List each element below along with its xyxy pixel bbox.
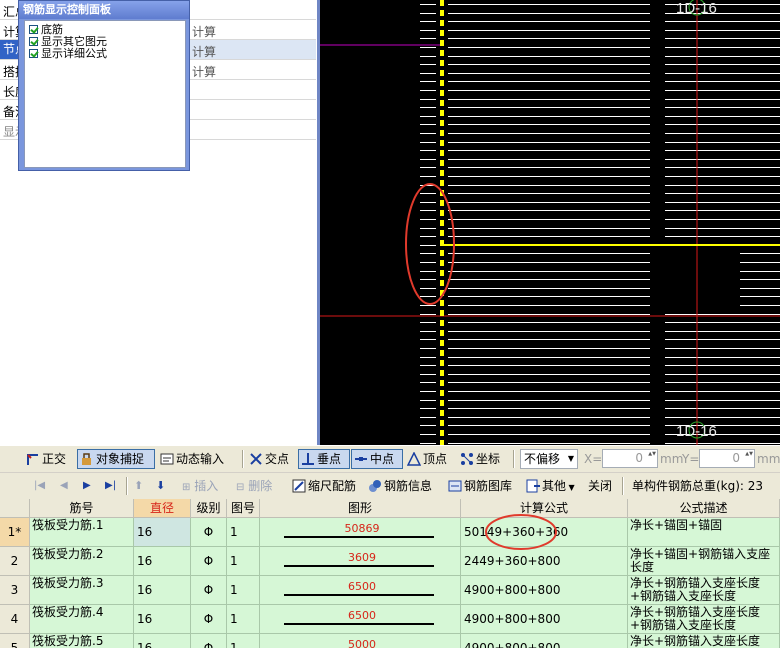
formula-annotation: [485, 514, 557, 550]
button-label: 钢筋信息: [384, 479, 433, 493]
intersection-icon: [250, 452, 262, 465]
axis-label-bottom: 1D-16: [676, 423, 717, 440]
button-label: 顶点: [423, 452, 448, 466]
drawing-canvas[interactable]: 1D-16 1D-16: [320, 0, 780, 445]
vertex-snap-button[interactable]: 顶点: [407, 449, 447, 469]
x-label: X=: [584, 452, 603, 466]
button-label: 钢筋图库: [464, 479, 513, 493]
toolbar-separator: [622, 477, 624, 495]
toolbar-separator: [126, 477, 128, 495]
intersection-snap-button[interactable]: 交点: [249, 449, 289, 469]
scale-rebar-button[interactable]: 缩尺配筋: [292, 476, 356, 496]
perpendicular-icon: [302, 452, 314, 465]
scale-rebar-icon: [292, 479, 306, 492]
object-snap-icon: [82, 452, 91, 465]
button-label: 动态输入: [176, 452, 225, 466]
rebar-info-button[interactable]: 钢筋信息: [368, 476, 432, 496]
chevron-down-icon: ▼: [566, 483, 575, 492]
property-value: 计算: [192, 45, 217, 59]
button-label: 其他: [542, 479, 567, 493]
last-record-icon[interactable]: ▶|: [105, 476, 116, 496]
chevron-down-icon: ▼: [567, 454, 574, 463]
y-unit: mm: [757, 452, 780, 466]
other-icon: [526, 479, 540, 492]
insert-button[interactable]: ⊞ 插入: [182, 476, 218, 496]
panel-body: 底筋 显示其它图元 显示详细公式: [24, 20, 186, 168]
coordinate-icon: [461, 452, 473, 465]
checkbox-checked-icon[interactable]: [29, 49, 38, 58]
annotation-ellipse: [485, 514, 557, 550]
orthogonal-icon: [27, 453, 38, 465]
next-record-icon[interactable]: ▶: [83, 476, 91, 496]
checkbox-label: 显示详细公式: [41, 47, 107, 60]
move-up-icon[interactable]: ⬆: [134, 476, 143, 496]
rebar-lines: [420, 4, 780, 444]
button-label: 缩尺配筋: [308, 479, 357, 493]
total-weight-label: 单构件钢筋总重(kg): 23: [632, 479, 764, 493]
rebar-library-icon: [448, 480, 462, 491]
axis-label-top: 1D-16: [676, 0, 717, 17]
rebar-info-icon: [369, 479, 381, 492]
button-label: 对象捕捉: [96, 452, 145, 466]
button-label: 正交: [42, 452, 67, 466]
move-down-icon[interactable]: ⬇: [156, 476, 165, 496]
object-snap-button[interactable]: 对象捕捉: [77, 449, 155, 469]
delete-button[interactable]: ⊟ 删除: [236, 476, 272, 496]
insert-icon: ⊞: [182, 482, 191, 493]
dynamic-input-button[interactable]: 动态输入: [160, 449, 224, 469]
property-value: 计算: [192, 65, 217, 79]
close-button[interactable]: 关闭: [588, 476, 612, 496]
dynamic-input-icon: [160, 453, 174, 464]
button-label: 坐标: [476, 452, 501, 466]
checkbox-show-detailed-formula[interactable]: 显示详细公式: [29, 48, 107, 60]
midpoint-snap-button[interactable]: 中点: [351, 449, 403, 469]
rebar-library-button[interactable]: 钢筋图库: [448, 476, 512, 496]
toolbar-separator: [513, 450, 515, 468]
button-label: 中点: [370, 452, 395, 466]
x-coordinate-input[interactable]: 0: [602, 449, 658, 468]
y-coordinate-input[interactable]: 0: [699, 449, 755, 468]
panel-title[interactable]: 钢筋显示控制面板: [19, 1, 189, 19]
checkbox-checked-icon[interactable]: [29, 37, 38, 46]
first-record-icon[interactable]: |◀: [34, 476, 45, 496]
y-label: Y=: [682, 452, 700, 466]
button-label: 垂点: [317, 452, 342, 466]
rebar-toolbar: |◀ ◀ ▶ ▶| ⬆ ⬇ ⊞ 插入 ⊟ 删除 缩尺配筋 钢筋信息 钢筋图库 其…: [0, 472, 780, 500]
x-unit: mm: [660, 452, 684, 466]
prev-record-icon[interactable]: ◀: [60, 476, 68, 496]
coordinate-snap-button[interactable]: 坐标: [460, 449, 500, 469]
button-label: 交点: [265, 452, 290, 466]
checkbox-checked-icon[interactable]: [29, 25, 38, 34]
orthogonal-button[interactable]: 正交: [26, 449, 66, 469]
midpoint-icon: [355, 456, 367, 461]
button-label: 删除: [248, 479, 273, 493]
snap-toolbar: 正交 对象捕捉 动态输入 交点 垂点 中点 顶点 坐标 不偏移 ▼ X= 0 mm…: [0, 445, 780, 473]
offset-select[interactable]: 不偏移 ▼: [520, 449, 578, 469]
select-value: 不偏移: [524, 452, 561, 466]
delete-icon: ⊟: [236, 482, 245, 493]
toolbar-separator: [242, 450, 244, 468]
rebar-table: 筋号 直径(mm) 级别 图号 图形 计算公式 公式描述 1*筏板受力筋.116…: [0, 499, 780, 648]
other-menu-button[interactable]: 其他 ▼: [526, 476, 575, 496]
property-value: 计算: [192, 25, 217, 39]
button-label: 插入: [194, 479, 219, 493]
rebar-display-control-panel[interactable]: 钢筋显示控制面板 底筋 显示其它图元 显示详细公式: [18, 0, 190, 171]
vertex-icon: [407, 451, 421, 466]
cad-viewport[interactable]: 1D-16 1D-16: [320, 0, 780, 445]
perpendicular-snap-button[interactable]: 垂点: [298, 449, 350, 469]
